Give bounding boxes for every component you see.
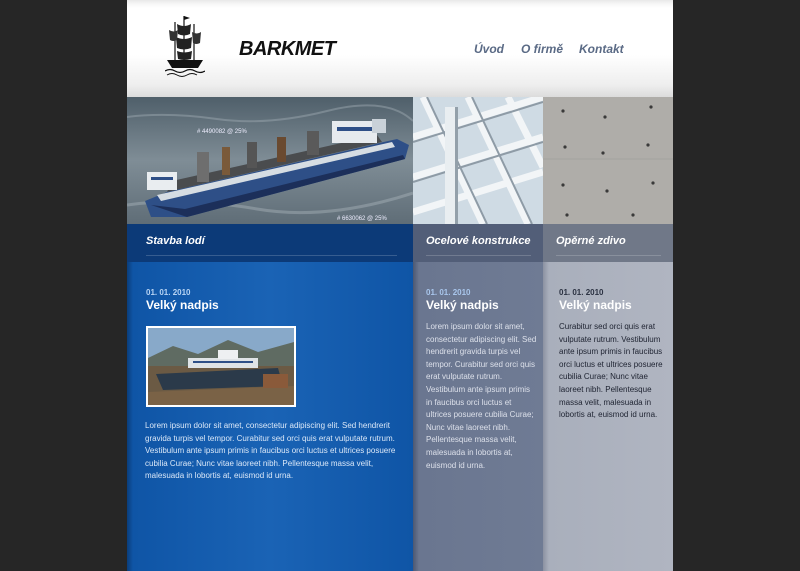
post-date: 01. 01. 2010 (426, 288, 471, 297)
column-header: Stavba lodí (127, 224, 413, 262)
page-container: BARKMET Úvod O firmě Kontakt # 4490082 @… (127, 0, 673, 571)
divider (146, 255, 397, 256)
column-title[interactable]: Ocelové konstrukce (426, 235, 531, 247)
divider (556, 255, 661, 256)
nav-link-uvod[interactable]: Úvod (474, 42, 504, 56)
steel-structure-photo (413, 97, 543, 224)
post-body: Lorem ipsum dolor sit amet, consectetur … (426, 322, 537, 470)
post-date: 01. 01. 2010 (559, 288, 604, 297)
column-header: Opěrné zdivo (543, 224, 673, 262)
nav-link-o-firme[interactable]: O firmě (521, 42, 563, 56)
site-header: BARKMET Úvod O firmě Kontakt (127, 0, 673, 97)
divider (426, 255, 531, 256)
brand-name[interactable]: BARKMET (239, 38, 336, 61)
photo-overlay-text: # 4490082 @ 25% (197, 129, 247, 135)
post-date: 01. 01. 2010 (146, 288, 191, 297)
post-body: Curabitur sed orci quis erat vulputate r… (559, 322, 663, 420)
cargo-ship-photo: # 4490082 @ 25% # 6630062 @ 25% (127, 97, 413, 224)
concrete-wall-photo (543, 97, 673, 224)
column-header: Ocelové konstrukce (413, 224, 543, 262)
boat-on-shore-image[interactable] (146, 326, 296, 407)
column-stavba-lodi: Stavba lodí 01. 01. 2010 Velký nadpis Lo… (127, 224, 413, 571)
column-operne-zdivo: Opěrné zdivo 01. 01. 2010 Velký nadpis C… (543, 224, 673, 571)
column-title[interactable]: Stavba lodí (146, 235, 205, 247)
post-heading[interactable]: Velký nadpis (146, 298, 219, 312)
column-ocelove-konstrukce: Ocelové konstrukce 01. 01. 2010 Velký na… (413, 224, 543, 571)
sailing-ship-icon[interactable] (165, 14, 205, 78)
photo-overlay-text: # 6630062 @ 25% (337, 216, 387, 222)
post-heading[interactable]: Velký nadpis (559, 298, 632, 312)
post-heading[interactable]: Velký nadpis (426, 298, 499, 312)
column-title[interactable]: Opěrné zdivo (556, 235, 626, 247)
post-body: Lorem ipsum dolor sit amet, consectetur … (145, 421, 396, 481)
nav-link-kontakt[interactable]: Kontakt (579, 42, 624, 56)
